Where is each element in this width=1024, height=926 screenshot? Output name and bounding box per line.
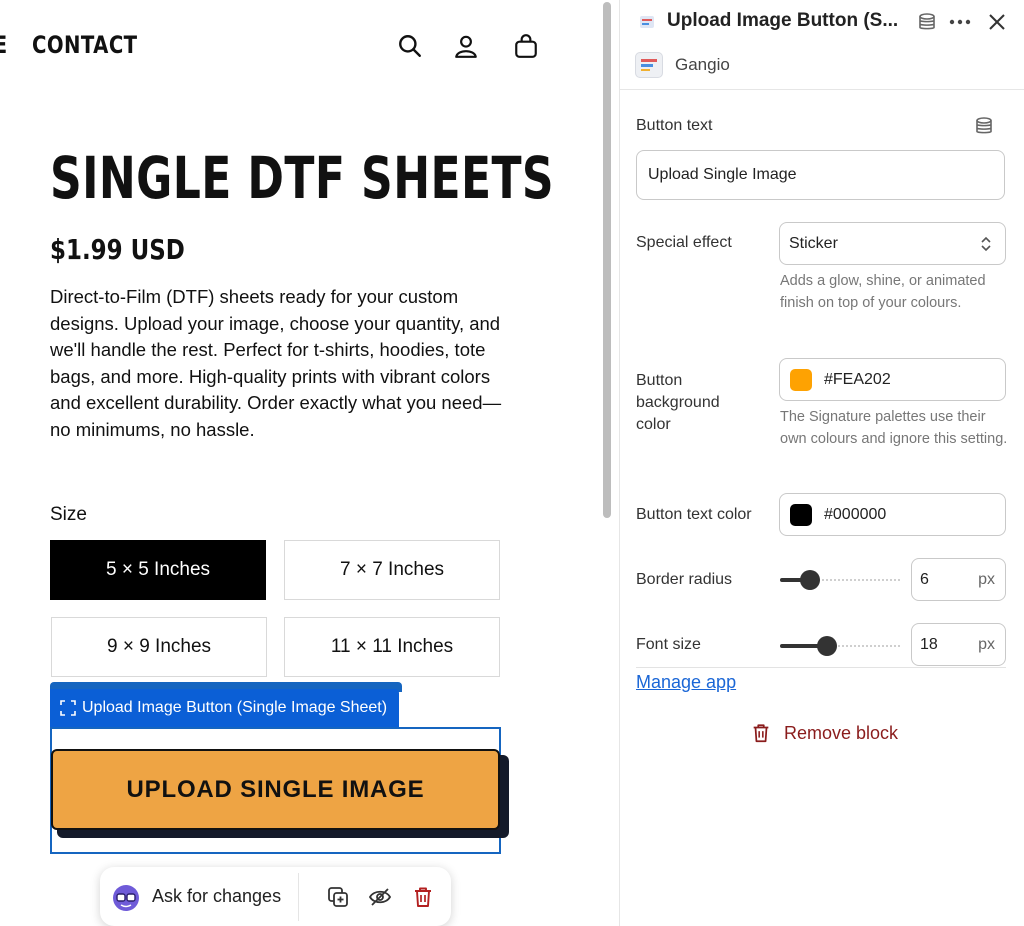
special-effect-select[interactable]: Sticker (779, 222, 1006, 265)
button-text-input[interactable]: Upload Single Image (636, 150, 1005, 200)
font-size-unit: px (978, 636, 995, 653)
more-icon[interactable] (948, 12, 972, 32)
border-radius-slider-rest (810, 579, 900, 583)
bg-color-swatch[interactable] (790, 369, 812, 391)
product-description: Direct-to-Film (DTF) sheets ready for yo… (50, 286, 502, 440)
chevron-updown-icon (981, 236, 991, 252)
close-icon[interactable] (987, 12, 1007, 32)
app-icon (640, 16, 654, 28)
store-preview: E CONTACT SINGLE DTF SHEETS $1.99 USD Di… (0, 0, 604, 926)
hide-icon[interactable] (368, 885, 392, 909)
special-effect-hint: Adds a glow, shine, or animated finish o… (780, 273, 986, 311)
select-frame-icon (60, 700, 76, 716)
font-size-input[interactable]: 18 px (911, 623, 1006, 666)
text-color-value: #000000 (824, 506, 887, 523)
panel-title: Upload Image Button (S... (667, 10, 899, 31)
button-text-label: Button text (636, 117, 713, 134)
duplicate-icon[interactable] (326, 885, 350, 909)
bg-color-value: #FEA202 (824, 371, 891, 388)
block-tag[interactable]: Upload Image Button (Single Image Sheet) (50, 689, 400, 727)
font-size-slider-thumb[interactable] (817, 636, 837, 656)
special-effect-value: Sticker (789, 235, 838, 252)
panel-header-divider (620, 89, 1024, 90)
search-icon[interactable] (397, 33, 423, 59)
border-radius-value: 6 (920, 571, 929, 588)
gangio-app-icon (635, 52, 663, 78)
special-effect-label: Special effect (636, 234, 732, 251)
app-name: Gangio (675, 55, 730, 74)
cart-icon[interactable] (513, 33, 539, 59)
remove-block-button[interactable]: Remove block (750, 722, 898, 744)
block-tag-label: Upload Image Button (Single Image Sheet) (82, 699, 388, 716)
border-radius-slider-thumb[interactable] (800, 570, 820, 590)
bg-color-label: Button background color (636, 372, 720, 433)
dynamic-source-icon[interactable] (974, 116, 994, 136)
manage-app-link[interactable]: Manage app (636, 672, 736, 693)
text-color-swatch[interactable] (790, 504, 812, 526)
product-price: $1.99 USD (50, 233, 185, 266)
nav-item-partial[interactable]: E (0, 31, 7, 59)
font-size-slider-rest (827, 645, 900, 649)
floating-toolbar: Ask for changes (100, 867, 451, 926)
preview-scrollbar-thumb[interactable] (603, 2, 611, 518)
font-size-slider[interactable] (780, 636, 900, 656)
font-size-value: 18 (920, 636, 938, 653)
border-radius-input[interactable]: 6 px (911, 558, 1006, 601)
ask-for-changes-input[interactable]: Ask for changes (152, 886, 281, 907)
toolbar-divider (298, 873, 299, 921)
font-size-label: Font size (636, 636, 701, 653)
size-option-7x7[interactable]: 7 × 7 Inches (284, 540, 500, 600)
button-text-value: Upload Single Image (648, 166, 797, 183)
trash-icon (753, 724, 769, 743)
size-option-9x9[interactable]: 9 × 9 Inches (51, 617, 267, 677)
settings-panel: Upload Image Button (S... Gangio Button … (619, 0, 1024, 926)
size-option-5x5[interactable]: 5 × 5 Inches (50, 540, 266, 600)
trash-icon[interactable] (411, 885, 435, 909)
border-radius-unit: px (978, 571, 995, 588)
section-divider (636, 667, 1006, 668)
border-radius-label: Border radius (636, 571, 733, 588)
nav-item-contact[interactable]: CONTACT (32, 31, 138, 59)
product-title: SINGLE DTF SHEETS (50, 144, 555, 212)
account-icon[interactable] (453, 33, 479, 59)
app-logo-icon (641, 59, 657, 71)
size-label: Size (50, 504, 87, 525)
size-option-11x11[interactable]: 11 × 11 Inches (284, 617, 500, 677)
bg-color-picker[interactable]: #FEA202 (779, 358, 1006, 401)
text-color-label: Button text color (636, 506, 752, 523)
ai-avatar-icon (113, 885, 139, 911)
remove-block-label: Remove block (784, 722, 899, 743)
upload-image-button[interactable]: UPLOAD SINGLE IMAGE (51, 749, 500, 830)
bg-color-hint: The Signature palettes use their own col… (780, 409, 1008, 447)
text-color-picker[interactable]: #000000 (779, 493, 1006, 536)
database-icon[interactable] (917, 12, 937, 32)
border-radius-slider[interactable] (780, 570, 900, 590)
